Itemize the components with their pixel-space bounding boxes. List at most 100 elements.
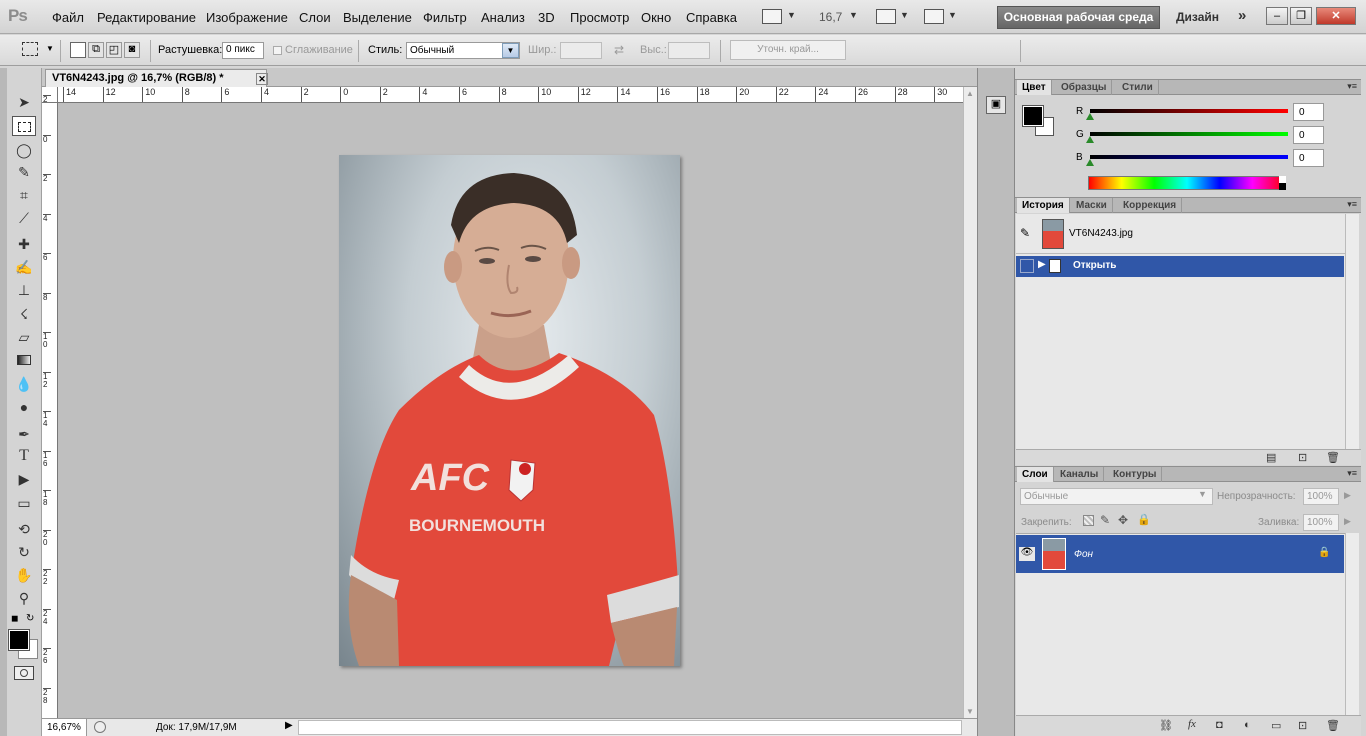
panel-menu-icon[interactable]: ▾≡ bbox=[1347, 199, 1357, 210]
close-icon[interactable]: ✕ bbox=[256, 73, 268, 85]
blend-mode-select[interactable]: Обычные bbox=[1020, 488, 1213, 505]
horizontal-ruler[interactable]: 14 12 10 8 6 4 2 0 2 4 6 8 10 12 14 16 18 20 22 24 26 28 30 bbox=[58, 87, 963, 103]
layer-style-icon[interactable]: fx bbox=[1188, 718, 1196, 730]
history-scrollbar[interactable] bbox=[1345, 214, 1359, 449]
navigator-panel-icon[interactable]: ▣ bbox=[986, 96, 1006, 114]
menu-window[interactable]: Окно bbox=[641, 10, 671, 25]
link-layers-icon[interactable]: ⛓ bbox=[1159, 719, 1173, 732]
tab-channels[interactable]: Каналы bbox=[1055, 467, 1105, 482]
brush-tool-icon[interactable]: ✍ bbox=[12, 257, 36, 277]
history-brush-tool-icon[interactable]: ☇ bbox=[12, 304, 36, 324]
more-workspaces-icon[interactable]: » bbox=[1238, 7, 1246, 24]
crop-tool-icon[interactable]: ⌗ bbox=[12, 185, 36, 205]
b-slider[interactable] bbox=[1090, 155, 1288, 159]
eraser-tool-icon[interactable]: ▱ bbox=[12, 327, 36, 347]
tab-styles[interactable]: Стили bbox=[1117, 80, 1159, 95]
chevron-down-icon[interactable]: ▼ bbox=[948, 10, 957, 20]
lock-pixels-icon[interactable]: ✎ bbox=[1100, 513, 1110, 527]
quick-selection-tool-icon[interactable]: ✎ bbox=[12, 162, 36, 182]
close-icon[interactable]: ✕ bbox=[1316, 7, 1356, 25]
eyedropper-tool-icon[interactable]: ⟋ bbox=[12, 208, 36, 228]
clone-stamp-tool-icon[interactable]: ⊥ bbox=[12, 280, 36, 300]
screen-mode-icon[interactable] bbox=[924, 9, 944, 24]
scroll-up-icon[interactable]: ▲ bbox=[966, 89, 974, 98]
panel-menu-icon[interactable]: ▾≡ bbox=[1347, 468, 1357, 479]
opacity-input[interactable]: 100% bbox=[1303, 488, 1339, 505]
minimize-icon[interactable]: – bbox=[1266, 7, 1288, 25]
add-selection-icon[interactable]: ⧉ bbox=[88, 42, 104, 58]
arrange-documents-icon[interactable] bbox=[876, 9, 896, 24]
g-value-input[interactable]: 0 bbox=[1293, 126, 1324, 144]
feather-input[interactable]: 0 пикс bbox=[222, 42, 264, 59]
3d-rotate-tool-icon[interactable]: ⟲ bbox=[12, 519, 36, 539]
pen-tool-icon[interactable]: ✒ bbox=[12, 424, 36, 444]
r-slider-thumb[interactable] bbox=[1086, 113, 1094, 120]
foreground-color-swatch[interactable] bbox=[8, 629, 30, 651]
new-snapshot-icon[interactable]: ⊡ bbox=[1298, 451, 1307, 464]
r-value-input[interactable]: 0 bbox=[1293, 103, 1324, 121]
history-step-checkbox[interactable] bbox=[1020, 259, 1034, 273]
adjustment-layer-icon[interactable]: ◐ bbox=[1244, 719, 1251, 731]
chevron-down-icon[interactable]: ▼ bbox=[502, 43, 519, 58]
hand-tool-icon[interactable]: ✋ bbox=[12, 565, 36, 585]
move-tool-icon[interactable]: ➤ bbox=[12, 92, 36, 112]
history-snapshot-row[interactable]: ✎ VT6N4243.jpg bbox=[1016, 216, 1345, 254]
blur-tool-icon[interactable]: 💧 bbox=[12, 374, 36, 394]
default-colors-icon[interactable]: ◼ bbox=[11, 613, 18, 624]
healing-brush-tool-icon[interactable]: ✚ bbox=[12, 234, 36, 254]
lasso-tool-icon[interactable]: ◯ bbox=[12, 140, 36, 160]
menu-help[interactable]: Справка bbox=[686, 10, 737, 25]
new-layer-icon[interactable]: ⊡ bbox=[1298, 719, 1307, 732]
restore-icon[interactable]: ❐ bbox=[1290, 7, 1312, 25]
spectrum-white-swatch[interactable] bbox=[1279, 176, 1286, 183]
menu-select[interactable]: Выделение bbox=[343, 10, 412, 25]
chevron-down-icon[interactable]: ▼ bbox=[787, 10, 796, 20]
canvas-horizontal-scrollbar[interactable] bbox=[298, 720, 962, 735]
fill-input[interactable]: 100% bbox=[1303, 514, 1339, 531]
bridge-icon[interactable] bbox=[762, 9, 782, 24]
menu-3d[interactable]: 3D bbox=[538, 10, 555, 25]
lock-all-icon[interactable]: 🔒 bbox=[1137, 513, 1151, 526]
chevron-down-icon[interactable]: ▼ bbox=[849, 10, 858, 20]
add-mask-icon[interactable]: ◘ bbox=[1216, 719, 1223, 731]
lock-transparency-icon[interactable] bbox=[1083, 515, 1094, 526]
tab-layers[interactable]: Слои bbox=[1017, 467, 1054, 482]
zoom-tool-icon[interactable]: ⚲ bbox=[12, 588, 36, 608]
chevron-down-icon[interactable]: ▼ bbox=[46, 44, 54, 53]
new-selection-icon[interactable] bbox=[70, 42, 86, 58]
scroll-down-icon[interactable]: ▼ bbox=[966, 707, 974, 716]
height-input[interactable] bbox=[668, 42, 710, 59]
layer-row-background[interactable]: 👁 Фон 🔒 bbox=[1016, 535, 1344, 573]
3d-orbit-tool-icon[interactable]: ↻ bbox=[12, 542, 36, 562]
status-info-icon[interactable] bbox=[94, 721, 106, 733]
layers-scrollbar[interactable] bbox=[1345, 533, 1359, 715]
tab-swatches[interactable]: Образцы bbox=[1056, 80, 1113, 95]
swap-colors-icon[interactable]: ↻ bbox=[26, 613, 34, 624]
quick-mask-icon[interactable] bbox=[14, 666, 34, 680]
chevron-down-icon[interactable]: ▼ bbox=[1198, 489, 1207, 499]
chevron-right-icon[interactable]: ▶ bbox=[1344, 516, 1351, 527]
antialias-checkbox[interactable] bbox=[273, 46, 282, 55]
chevron-right-icon[interactable]: ▶ bbox=[1344, 490, 1351, 501]
vertical-ruler[interactable]: 2 0 2 4 6 8 10 12 14 16 18 20 22 24 26 28 bbox=[42, 95, 58, 718]
color-spectrum-bar[interactable] bbox=[1088, 176, 1286, 190]
r-slider[interactable] bbox=[1090, 109, 1288, 113]
menu-filter[interactable]: Фильтр bbox=[423, 10, 467, 25]
intersect-selection-icon[interactable]: ◙ bbox=[124, 42, 140, 58]
eye-icon[interactable]: 👁 bbox=[1019, 547, 1035, 561]
rectangle-tool-icon[interactable]: ▭ bbox=[12, 493, 36, 513]
menu-edit[interactable]: Редактирование bbox=[97, 10, 196, 25]
workspace-essentials-button[interactable]: Основная рабочая среда bbox=[997, 6, 1160, 29]
color-panel-fg-swatch[interactable] bbox=[1022, 105, 1044, 127]
zoom-level[interactable]: 16,7 bbox=[819, 10, 842, 24]
g-slider-thumb[interactable] bbox=[1086, 136, 1094, 143]
marquee-tool-icon[interactable] bbox=[12, 116, 36, 136]
tab-paths[interactable]: Контуры bbox=[1108, 467, 1163, 482]
path-selection-tool-icon[interactable]: ▶ bbox=[12, 469, 36, 489]
spectrum-black-swatch[interactable] bbox=[1279, 183, 1286, 190]
trash-icon[interactable]: 🗑 bbox=[1326, 451, 1340, 464]
zoom-input[interactable]: 16,67% bbox=[42, 719, 87, 736]
canvas-vertical-scrollbar[interactable]: ▲ ▼ bbox=[963, 87, 977, 718]
gradient-tool-icon[interactable] bbox=[12, 350, 36, 370]
panel-menu-icon[interactable]: ▾≡ bbox=[1347, 81, 1357, 92]
